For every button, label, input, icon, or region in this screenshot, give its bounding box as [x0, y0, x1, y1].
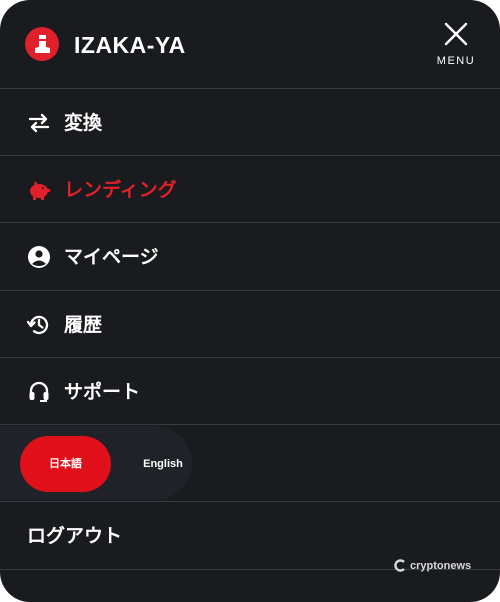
- watermark-text: cryptonews: [410, 560, 472, 572]
- logout-button[interactable]: ログアウト: [27, 503, 122, 569]
- divider: [0, 357, 500, 358]
- menu-item-label: 変換: [64, 112, 103, 134]
- menu-item-label: レンディング: [64, 179, 177, 201]
- history-icon: [27, 315, 49, 335]
- menu-panel: IZAKA-YA MENU 変換 レンディング マイページ 履歴 サポート 日本…: [0, 0, 500, 602]
- menu-item-label: サポート: [64, 381, 141, 403]
- language-option-japanese[interactable]: 日本語: [20, 436, 111, 492]
- swap-arrows-icon: [28, 113, 50, 133]
- divider: [0, 222, 500, 223]
- account-circle-icon: [28, 246, 50, 268]
- menu-header: IZAKA-YA MENU: [0, 0, 500, 88]
- menu-item-lending[interactable]: レンディング: [0, 157, 500, 223]
- cryptonews-logo-icon: [394, 559, 405, 572]
- menu-item-support[interactable]: サポート: [0, 359, 500, 425]
- divider: [0, 501, 500, 502]
- language-option-english[interactable]: English: [128, 436, 198, 492]
- izaka-ya-logo-icon[interactable]: [25, 27, 59, 61]
- close-menu-button[interactable]: MENU: [430, 18, 482, 70]
- menu-label: MENU: [436, 55, 476, 67]
- piggy-bank-icon: [30, 181, 50, 200]
- divider: [0, 155, 500, 156]
- menu-item-label: マイページ: [64, 246, 159, 268]
- brand-name: IZAKA-YA: [74, 32, 186, 58]
- divider: [0, 290, 500, 291]
- menu-item-mypage[interactable]: マイページ: [0, 224, 500, 290]
- divider: [0, 424, 500, 425]
- menu-item-convert[interactable]: 変換: [0, 90, 500, 156]
- divider: [0, 88, 500, 89]
- headset-icon: [29, 381, 49, 402]
- menu-item-history[interactable]: 履歴: [0, 292, 500, 358]
- close-icon: [444, 22, 468, 46]
- menu-item-label: 履歴: [64, 314, 103, 336]
